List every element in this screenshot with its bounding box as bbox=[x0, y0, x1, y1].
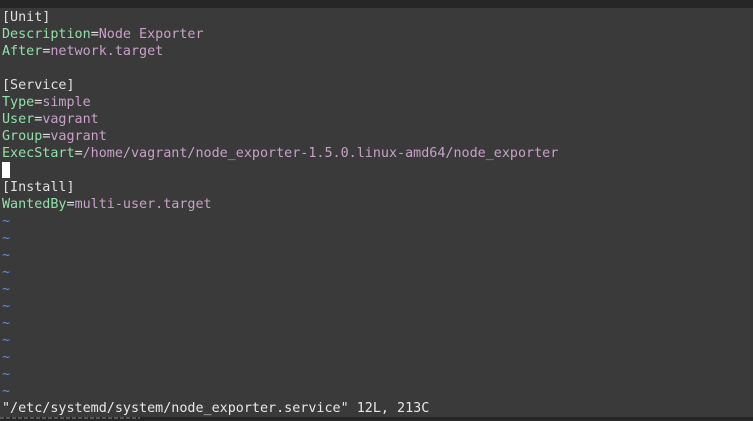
vim-editor-buffer[interactable]: [Unit] Description=Node Exporter After=net… bbox=[2, 9, 751, 400]
cursor-line bbox=[2, 162, 751, 179]
empty-buffer-tilde: ~ bbox=[2, 231, 11, 246]
equals-sign: = bbox=[90, 27, 99, 42]
directive-line: After=network.target bbox=[2, 43, 751, 60]
directive-value: vagrant bbox=[42, 112, 99, 127]
empty-buffer-tilde: ~ bbox=[2, 282, 11, 297]
directive-value: /home/vagrant/node_exporter-1.5.0.linux-… bbox=[82, 146, 559, 161]
text-cursor bbox=[2, 162, 10, 178]
directive-key: After bbox=[2, 44, 43, 59]
directive-key: Description bbox=[2, 27, 91, 42]
empty-line bbox=[2, 60, 751, 77]
empty-buffer-tilde: ~ bbox=[2, 384, 11, 399]
terminal-top-bar bbox=[0, 0, 753, 8]
empty-buffer-tilde: ~ bbox=[2, 367, 11, 382]
directive-value: Node Exporter bbox=[98, 27, 204, 42]
directive-key: Type bbox=[2, 95, 35, 110]
section-header-text: [Unit] bbox=[2, 10, 51, 25]
directive-key: ExecStart bbox=[2, 146, 75, 161]
equals-sign: = bbox=[66, 197, 75, 212]
bottom-bar-clipped-text bbox=[0, 417, 140, 419]
directive-line: Description=Node Exporter bbox=[2, 26, 751, 43]
empty-buffer-tilde: ~ bbox=[2, 299, 11, 314]
section-header-line: [Service] bbox=[2, 77, 751, 94]
directive-key: WantedBy bbox=[2, 197, 67, 212]
section-header-text: [Service] bbox=[2, 78, 75, 93]
equals-sign: = bbox=[74, 146, 83, 161]
directive-value: simple bbox=[42, 95, 91, 110]
directive-line: Type=simple bbox=[2, 94, 751, 111]
directive-line: User=vagrant bbox=[2, 111, 751, 128]
empty-buffer-tilde: ~ bbox=[2, 265, 11, 280]
empty-buffer-tilde: ~ bbox=[2, 248, 11, 263]
directive-line: WantedBy=multi-user.target bbox=[2, 196, 751, 213]
section-header-text: [Install] bbox=[2, 180, 75, 195]
empty-buffer-tilde: ~ bbox=[2, 333, 11, 348]
directive-value: network.target bbox=[50, 44, 164, 59]
terminal-bottom-bar bbox=[0, 417, 753, 421]
empty-buffer-tilde: ~ bbox=[2, 350, 11, 365]
section-header-line: [Install] bbox=[2, 179, 751, 196]
empty-buffer-tilde: ~ bbox=[2, 214, 11, 229]
vim-status-message: "/etc/systemd/system/node_exporter.servi… bbox=[2, 401, 430, 416]
directive-key: Group bbox=[2, 129, 43, 144]
directive-key: User bbox=[2, 112, 35, 127]
empty-buffer-tilde: ~ bbox=[2, 316, 11, 331]
directive-value: vagrant bbox=[50, 129, 107, 144]
section-header-line: [Unit] bbox=[2, 9, 751, 26]
directive-line: ExecStart=/home/vagrant/node_exporter-1.… bbox=[2, 145, 751, 162]
directive-line: Group=vagrant bbox=[2, 128, 751, 145]
directive-value: multi-user.target bbox=[74, 197, 212, 212]
